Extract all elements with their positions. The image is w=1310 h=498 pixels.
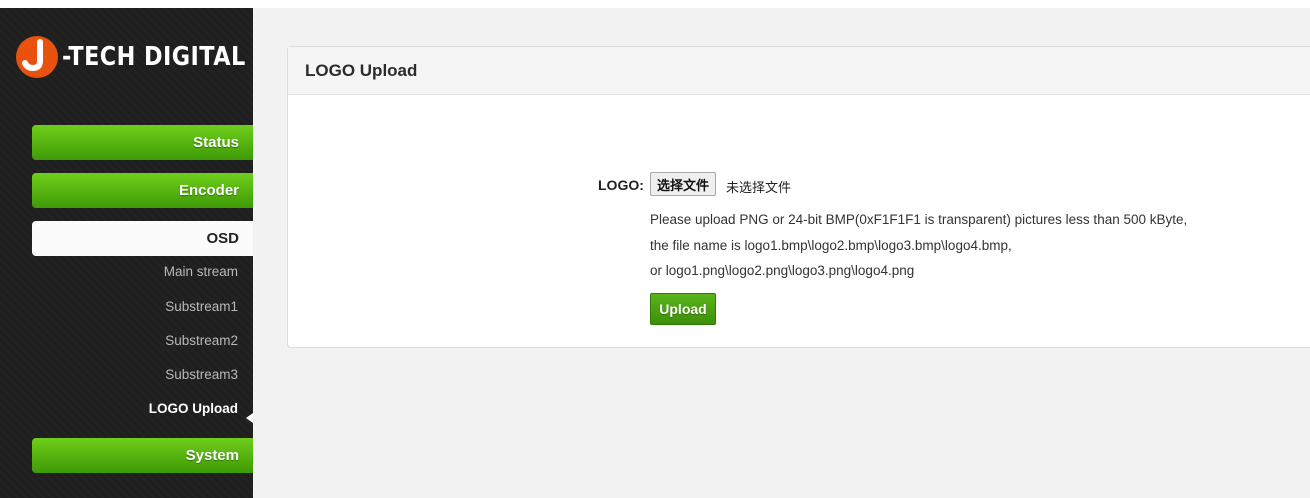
help-text-line-2: the file name is logo1.bmp\logo2.bmp\log… (650, 238, 1012, 253)
sidebar-subitem-main-stream[interactable]: Main stream (32, 264, 238, 279)
sidebar-subitem-substream1[interactable]: Substream1 (32, 299, 238, 314)
sidebar-subitem-substream3[interactable]: Substream3 (32, 367, 238, 382)
brand-logo: -TECH DIGITAL (14, 34, 276, 80)
choose-file-button[interactable]: 选择文件 (650, 172, 717, 196)
sidebar-item-status[interactable]: Status (32, 125, 253, 160)
sidebar-subitem-logo-upload[interactable]: LOGO Upload (32, 401, 238, 416)
brand-name: -TECH DIGITAL (62, 42, 246, 72)
logo-upload-panel: LOGO Upload LOGO: 选择文件 未选择文件 Please uplo… (287, 46, 1310, 348)
main-content: LOGO Upload LOGO: 选择文件 未选择文件 Please uplo… (253, 8, 1310, 498)
sidebar-item-system[interactable]: System (32, 438, 253, 473)
sidebar-item-encoder[interactable]: Encoder (32, 173, 253, 208)
upload-button[interactable]: Upload (650, 293, 716, 325)
file-status-text: 未选择文件 (726, 180, 792, 195)
help-text-line-3: or logo1.png\logo2.png\logo3.png\logo4.p… (650, 263, 915, 278)
sidebar-item-osd[interactable]: OSD (32, 221, 253, 256)
j-logo-icon (16, 36, 58, 78)
sidebar: -TECH DIGITAL Status Encoder OSD Main st… (0, 8, 253, 498)
help-text-line-1: Please upload PNG or 24-bit BMP(0xF1F1F1… (650, 212, 1188, 227)
sidebar-subitem-substream2[interactable]: Substream2 (32, 333, 238, 348)
panel-title: LOGO Upload (288, 47, 1310, 95)
current-item-caret-icon (246, 413, 253, 423)
logo-field-label: LOGO: (598, 177, 644, 193)
